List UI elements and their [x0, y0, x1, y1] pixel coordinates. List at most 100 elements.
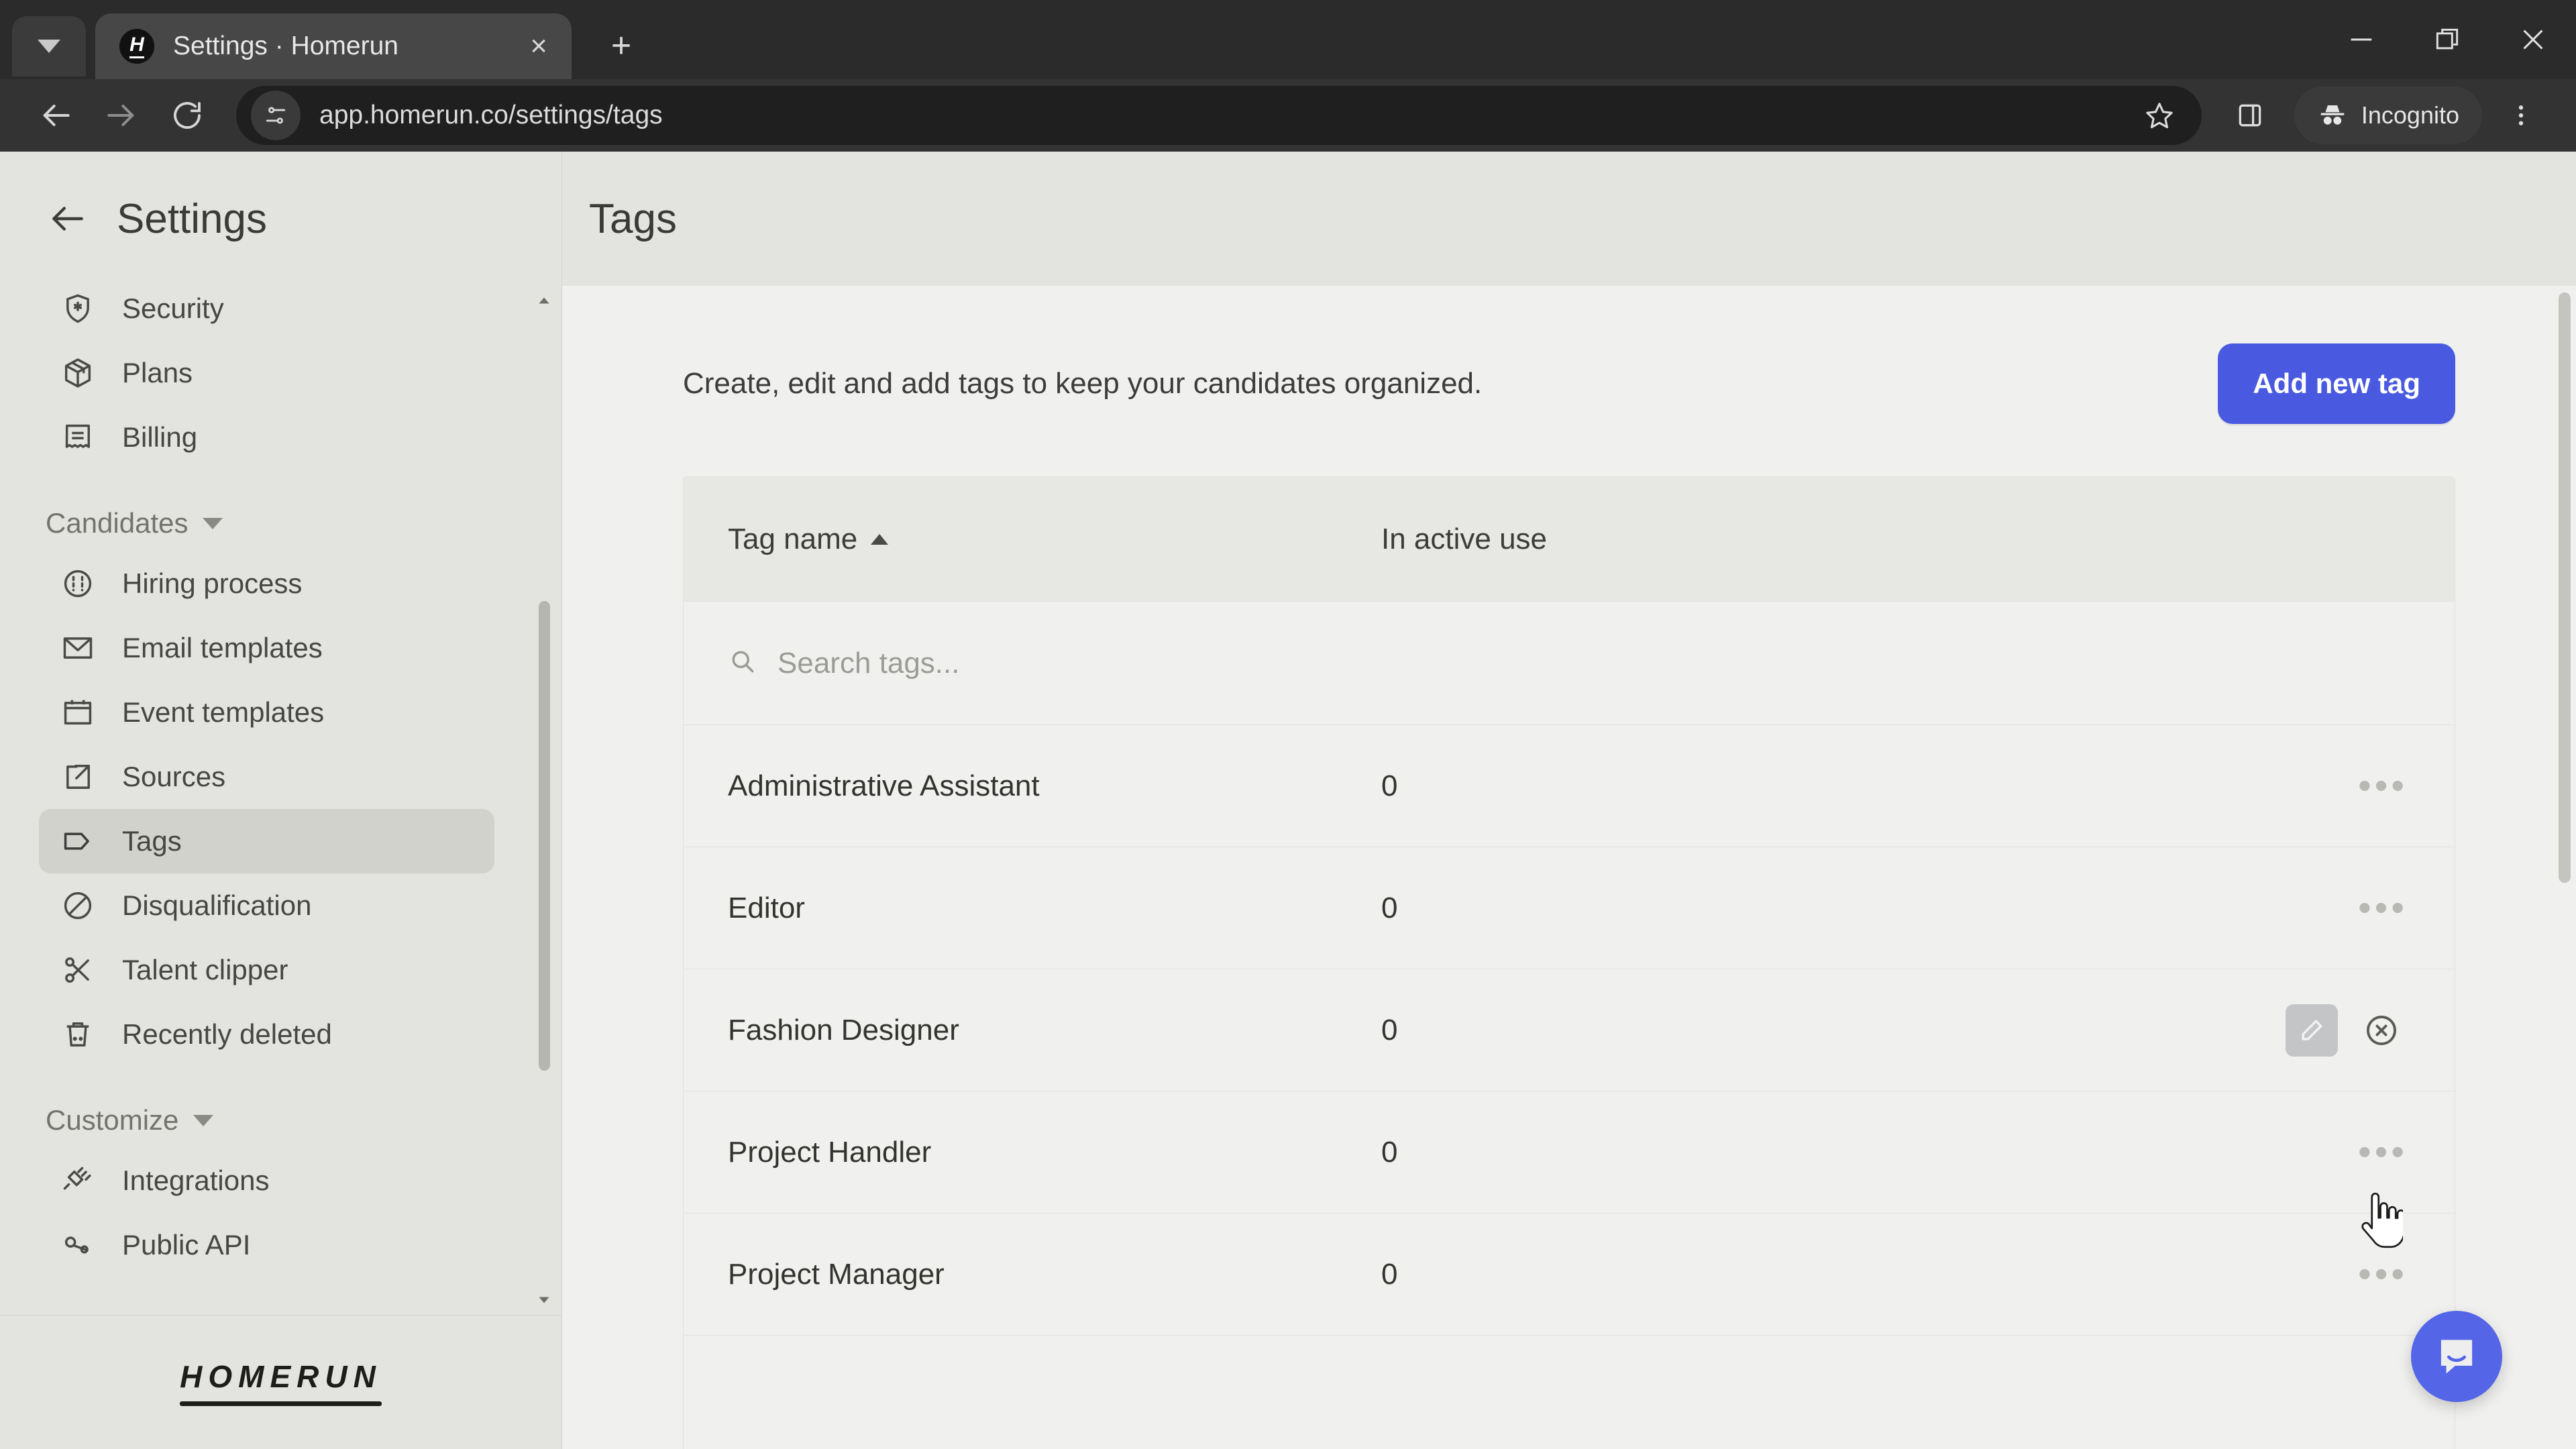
row-actions[interactable]: •••	[2253, 1132, 2455, 1171]
sidebar-scrollbar[interactable]	[537, 292, 551, 1308]
tag-name: Project Manager	[728, 1257, 945, 1291]
new-tab-button[interactable]: +	[594, 19, 648, 72]
sidebar-item-security[interactable]: Security	[39, 286, 494, 341]
address-bar[interactable]: app.homerun.co/settings/tags	[236, 86, 2202, 145]
sidebar-item-hiring-process[interactable]: Hiring process	[39, 551, 494, 616]
table-search-row[interactable]: Search tags...	[684, 602, 2455, 725]
column-header-tag-name[interactable]: Tag name	[684, 523, 1381, 556]
sidebar-item-label: Integrations	[122, 1165, 270, 1196]
tag-active-use: 0	[1381, 891, 1398, 924]
row-actions[interactable]: •••	[2253, 766, 2455, 804]
sidebar-header: Settings	[0, 152, 561, 286]
chevron-down-icon	[203, 517, 223, 529]
web-page: Settings Security Plans Billing Candidat…	[0, 152, 2576, 1449]
sidebar-item-label: Event templates	[122, 696, 325, 728]
logo-underline	[180, 1401, 382, 1406]
sidebar-item-label: Hiring process	[122, 568, 303, 599]
ellipsis-icon[interactable]: •••	[2358, 766, 2408, 804]
intercom-launcher-button[interactable]	[2411, 1311, 2502, 1402]
add-new-tag-button[interactable]: Add new tag	[2218, 343, 2455, 424]
table-row[interactable]: Project Manager 0 •••	[684, 1214, 2455, 1336]
search-cell[interactable]: Search tags...	[684, 647, 959, 680]
process-circle-icon	[59, 565, 97, 602]
caret-up-icon	[871, 533, 889, 545]
table-row[interactable]: Editor 0 •••	[684, 847, 2455, 969]
sidebar-item-public-api[interactable]: Public API	[39, 1213, 494, 1277]
sidebar-group-customize[interactable]: Customize	[46, 1104, 561, 1136]
chat-bubble-icon	[2440, 1340, 2473, 1374]
tab-search-button[interactable]	[12, 16, 86, 76]
row-actions[interactable]: •••	[2253, 1254, 2455, 1293]
site-settings-icon[interactable]	[251, 91, 301, 140]
ellipsis-icon[interactable]: •••	[2358, 1132, 2408, 1171]
restore-icon[interactable]	[2404, 0, 2490, 79]
close-icon[interactable]	[2490, 0, 2576, 79]
table-header-row: Tag name In active use	[684, 477, 2455, 602]
kebab-menu-icon[interactable]	[2489, 83, 2553, 148]
sidebar-footer: HOMERUN	[0, 1315, 561, 1449]
intro-text: Create, edit and add tags to keep your c…	[683, 367, 1483, 400]
sidebar-item-event-templates[interactable]: Event templates	[39, 680, 494, 745]
table-row[interactable]: Project Handler 0 •••	[684, 1091, 2455, 1214]
tag-active-use: 0	[1381, 1013, 1398, 1046]
content-scrollbar[interactable]	[2553, 286, 2576, 1449]
table-row-partial[interactable]	[684, 1336, 2455, 1449]
sidebar-item-talent-clipper[interactable]: Talent clipper	[39, 938, 494, 1002]
tag-active-use: 0	[1381, 1135, 1398, 1169]
table-row-hovered[interactable]: Fashion Designer 0	[684, 969, 2455, 1091]
back-arrow-icon[interactable]	[23, 83, 89, 148]
tag-active-use: 0	[1381, 769, 1398, 802]
column-header-in-active-use[interactable]: In active use	[1381, 523, 2455, 556]
sidebar-item-disqualification[interactable]: Disqualification	[39, 873, 494, 938]
column-header-label: Tag name	[728, 522, 858, 555]
row-actions[interactable]	[2253, 1004, 2455, 1057]
api-key-icon	[59, 1226, 97, 1264]
browser-tab[interactable]: H Settings · Homerun ×	[95, 13, 572, 79]
sidebar-item-billing[interactable]: Billing	[39, 405, 494, 470]
scroll-up-icon[interactable]	[537, 292, 551, 309]
content-scrollbar-thumb[interactable]	[2559, 292, 2571, 883]
side-panel-icon[interactable]	[2218, 83, 2282, 148]
star-icon[interactable]	[2129, 85, 2190, 146]
tag-active-use: 0	[1381, 1257, 1398, 1291]
arrow-left-icon[interactable]	[47, 198, 89, 239]
row-actions[interactable]: •••	[2253, 888, 2455, 926]
pencil-icon[interactable]	[2286, 1004, 2338, 1057]
sidebar-group-label: Customize	[46, 1104, 179, 1136]
external-link-icon	[59, 758, 97, 796]
sidebar-item-sources[interactable]: Sources	[39, 745, 494, 809]
sidebar-item-label: Recently deleted	[122, 1018, 332, 1050]
favicon: H	[119, 29, 154, 64]
sidebar-item-label: Email templates	[122, 632, 323, 663]
incognito-indicator[interactable]: Incognito	[2294, 87, 2482, 144]
minimize-icon[interactable]	[2318, 0, 2404, 79]
envelope-icon	[59, 629, 97, 667]
ellipsis-icon[interactable]: •••	[2358, 888, 2408, 926]
sidebar-scrollbar-thumb[interactable]	[539, 601, 550, 1071]
sidebar-item-integrations[interactable]: Integrations	[39, 1148, 494, 1213]
sidebar-item-tags[interactable]: Tags	[39, 809, 494, 873]
sidebar-item-label: Tags	[122, 825, 182, 857]
sidebar-item-email-templates[interactable]: Email templates	[39, 616, 494, 680]
plug-icon	[59, 1162, 97, 1199]
circle-x-icon[interactable]	[2355, 1004, 2408, 1057]
sidebar-item-label: Billing	[122, 421, 198, 453]
incognito-icon	[2320, 105, 2345, 125]
ellipsis-icon[interactable]: •••	[2358, 1254, 2408, 1293]
table-row[interactable]: Administrative Assistant 0 •••	[684, 725, 2455, 847]
sidebar-item-label: Talent clipper	[122, 954, 288, 985]
close-icon[interactable]: ×	[530, 32, 547, 61]
reload-icon[interactable]	[154, 83, 220, 148]
search-input[interactable]: Search tags...	[777, 647, 959, 680]
sidebar-group-candidates[interactable]: Candidates	[46, 507, 561, 539]
sidebar-item-recently-deleted[interactable]: Recently deleted	[39, 1002, 494, 1067]
intro-row: Create, edit and add tags to keep your c…	[683, 343, 2455, 424]
tab-title: Settings · Homerun	[173, 32, 398, 60]
url-text: app.homerun.co/settings/tags	[319, 101, 663, 129]
sidebar-item-plans[interactable]: Plans	[39, 341, 494, 405]
incognito-label: Incognito	[2361, 101, 2459, 129]
forward-arrow-icon[interactable]	[89, 83, 154, 148]
tag-icon	[59, 822, 97, 860]
scroll-down-icon[interactable]	[537, 1292, 551, 1308]
sidebar-item-label: Public API	[122, 1229, 251, 1260]
